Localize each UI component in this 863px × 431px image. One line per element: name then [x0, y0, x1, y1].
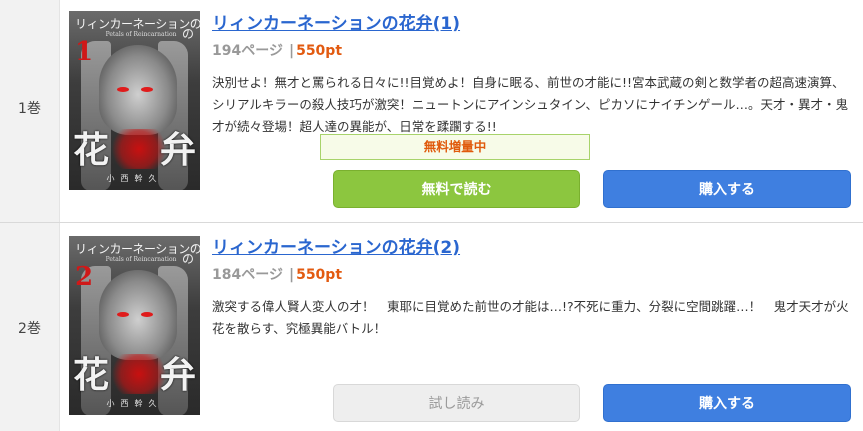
volume-info: リィンカーネーションの花弁(1) 194ページ | 550pt 決別せよ！無才と罵ら…	[212, 9, 857, 138]
volume-info: リィンカーネーションの花弁(2) 184ページ | 550pt 激突する偉人賢人変人…	[212, 233, 857, 340]
buy-button[interactable]: 購入する	[603, 384, 851, 422]
volume-row: 2巻 リィンカーネーションの Petals of Reincarnation 2…	[0, 223, 863, 431]
volume-label: 2巻	[0, 223, 60, 431]
cover-series-title: リィンカーネーションの	[75, 17, 200, 31]
cover-big-left: 花	[73, 354, 110, 396]
trial-read-button[interactable]: 試し読み	[333, 384, 580, 422]
volume-title-link[interactable]: リィンカーネーションの花弁(1)	[212, 9, 460, 34]
price: 550pt	[296, 43, 343, 59]
cover-volume-number: 2	[75, 262, 94, 292]
cover-big-right: 弁	[159, 129, 196, 171]
cover-big-right: 弁	[159, 354, 196, 396]
price: 550pt	[296, 267, 343, 283]
cover-image[interactable]: リィンカーネーションの Petals of Reincarnation 2 の …	[69, 236, 200, 415]
cover-no: の	[181, 27, 194, 41]
volume-title-link[interactable]: リィンカーネーションの花弁(2)	[212, 233, 460, 258]
cover-author: 小西幹久	[106, 174, 163, 183]
buy-button[interactable]: 購入する	[603, 170, 851, 208]
volume-row: 1巻 リィンカーネーションの Petals of Reincarnation 1…	[0, 0, 863, 223]
cover-art-eye	[141, 312, 153, 317]
volume-list: 1巻 リィンカーネーションの Petals of Reincarnation 1…	[0, 0, 863, 431]
cover-subtitle: Petals of Reincarnation	[105, 256, 177, 263]
cover-volume-number: 1	[75, 37, 94, 67]
volume-meta: 194ページ | 550pt	[212, 40, 857, 60]
cover-subtitle: Petals of Reincarnation	[105, 31, 177, 38]
meta-separator: |	[288, 43, 295, 59]
page-count: 194ページ	[212, 43, 283, 59]
meta-separator: |	[288, 267, 295, 283]
cover-big-left: 花	[73, 129, 110, 171]
cover-art-eye	[141, 87, 153, 92]
cover-image[interactable]: リィンカーネーションの Petals of Reincarnation 1 の …	[69, 11, 200, 190]
free-read-button[interactable]: 無料で読む	[333, 170, 580, 208]
cover-art-eye	[117, 87, 129, 92]
page-count: 184ページ	[212, 267, 283, 283]
volume-meta: 184ページ | 550pt	[212, 264, 857, 284]
volume-description: 決別せよ！無才と罵られる日々に!!目覚めよ！自身に眠る、前世の才能に!!宮本武蔵…	[212, 75, 849, 134]
volume-label: 1巻	[0, 0, 60, 222]
volume-description: 激突する偉人賢人変人の才！ 東耶に目覚めた前世の才能は…!?不死に重力、分裂に空…	[212, 299, 849, 336]
cover-art-eye	[117, 312, 129, 317]
cover-author: 小西幹久	[106, 399, 163, 408]
promo-badge: 無料増量中	[320, 134, 590, 160]
cover-series-title: リィンカーネーションの	[75, 242, 200, 256]
cover-no: の	[181, 252, 194, 266]
